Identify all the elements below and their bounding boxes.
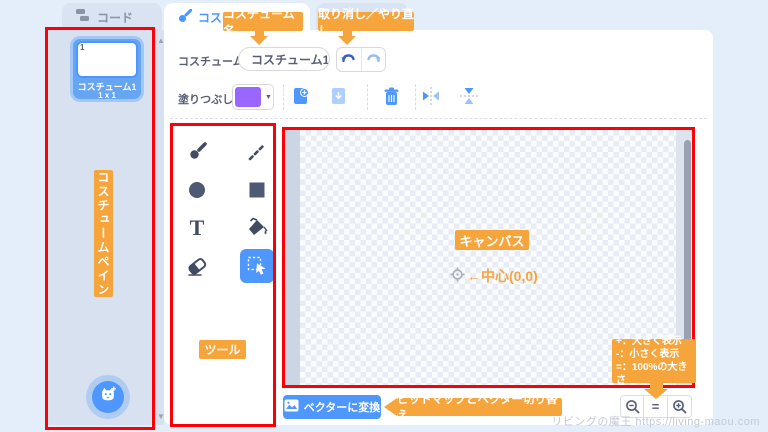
zoom-keys-line2: -：小さく表示 (616, 349, 680, 360)
tab-code-label: コード (97, 10, 134, 25)
code-blocks-icon (76, 9, 91, 25)
canvas-margin-left (285, 130, 300, 386)
divider (170, 118, 707, 119)
zoom-in-icon (673, 400, 687, 414)
text-tool-button[interactable]: T (180, 211, 214, 245)
fill-color-control[interactable]: ▼ (232, 84, 274, 110)
fill-field-label: 塗りつぶし (178, 94, 234, 106)
add-costume-button[interactable] (92, 381, 124, 413)
fill-color-swatch (235, 87, 261, 107)
fill-tool-icon (249, 217, 268, 235)
eraser-tool-button[interactable] (180, 249, 214, 283)
callout-tools: ツール (199, 340, 246, 359)
paste-icon (332, 87, 345, 104)
select-tool-button[interactable] (240, 249, 274, 283)
zoom-out-icon (625, 400, 639, 414)
flip-horizontal-button[interactable] (421, 86, 441, 106)
redo-icon (366, 51, 381, 69)
canvas-center-crosshair-icon (450, 267, 465, 287)
brush-tool-button[interactable] (180, 135, 214, 169)
callout-arrow-down (644, 389, 668, 399)
callout-costume-name: コスチューム名 (223, 7, 303, 38)
zoom-keys-line1: +：大きく表示 (616, 336, 682, 347)
tab-code[interactable]: コード (62, 3, 162, 31)
circle-tool-icon (189, 182, 205, 198)
costume-field-label: コスチューム (178, 56, 244, 68)
costume-index: 1 (80, 43, 85, 52)
callout-undo-redo: 取り消し／やり直し (318, 6, 415, 38)
callout-zoom-keys: +：大きく表示 -：小さく表示 =：100%の大きさ (612, 336, 696, 386)
paintbrush-icon (178, 8, 193, 26)
costume-thumbnail[interactable] (76, 41, 138, 78)
rectangle-tool-icon (249, 182, 265, 198)
paste-button[interactable] (329, 86, 349, 106)
undo-button[interactable] (337, 48, 361, 71)
scroll-down-icon[interactable]: ▼ (157, 412, 165, 421)
divider (367, 84, 368, 110)
trash-icon (384, 87, 398, 105)
delete-button[interactable] (381, 86, 401, 106)
fill-tool-button[interactable] (240, 211, 274, 245)
redo-button[interactable] (360, 48, 386, 71)
flip-vertical-icon (460, 88, 478, 104)
callout-arrow-down (338, 36, 356, 45)
callout-mode-switch: ビットマップとベクター切り替え (397, 394, 562, 422)
divider (283, 84, 284, 110)
copy-button[interactable] (291, 86, 311, 106)
callout-arrow-left (384, 398, 397, 416)
canvas-scrollbar[interactable] (684, 140, 691, 350)
undo-icon (341, 51, 356, 69)
zoom-reset-label: = (651, 399, 660, 414)
image-icon (284, 399, 299, 415)
dropdown-caret-icon: ▼ (265, 93, 272, 101)
select-tool-icon (247, 256, 266, 275)
line-tool-button[interactable] (240, 135, 274, 169)
scroll-up-icon[interactable]: ▲ (157, 36, 165, 45)
callout-costume-pane: コスチュームペイン (94, 170, 113, 297)
undo-redo-group (336, 47, 386, 72)
line-tool-icon (248, 143, 266, 161)
flip-vertical-button[interactable] (459, 86, 479, 106)
text-tool-icon: T (189, 215, 205, 240)
flip-horizontal-icon (423, 87, 439, 105)
costume-card-size: 1 x 1 (98, 91, 116, 100)
convert-to-vector-button[interactable]: ベクターに変換 (283, 395, 381, 419)
eraser-tool-icon (188, 258, 207, 276)
cat-plus-icon (98, 385, 118, 410)
callout-arrow-down (250, 36, 268, 45)
copy-icon (294, 87, 309, 104)
rectangle-tool-button[interactable] (240, 173, 274, 207)
divider (415, 84, 416, 110)
watermark: リビングの魔王 https://living-maou.com (551, 416, 760, 428)
center-note: ←中心(0,0) (467, 268, 538, 284)
circle-tool-button[interactable] (180, 173, 214, 207)
costume-name-input[interactable] (238, 47, 330, 71)
brush-tool-icon (190, 142, 207, 159)
convert-button-label: ベクターに変換 (303, 402, 381, 414)
callout-canvas: キャンバス (455, 230, 529, 250)
